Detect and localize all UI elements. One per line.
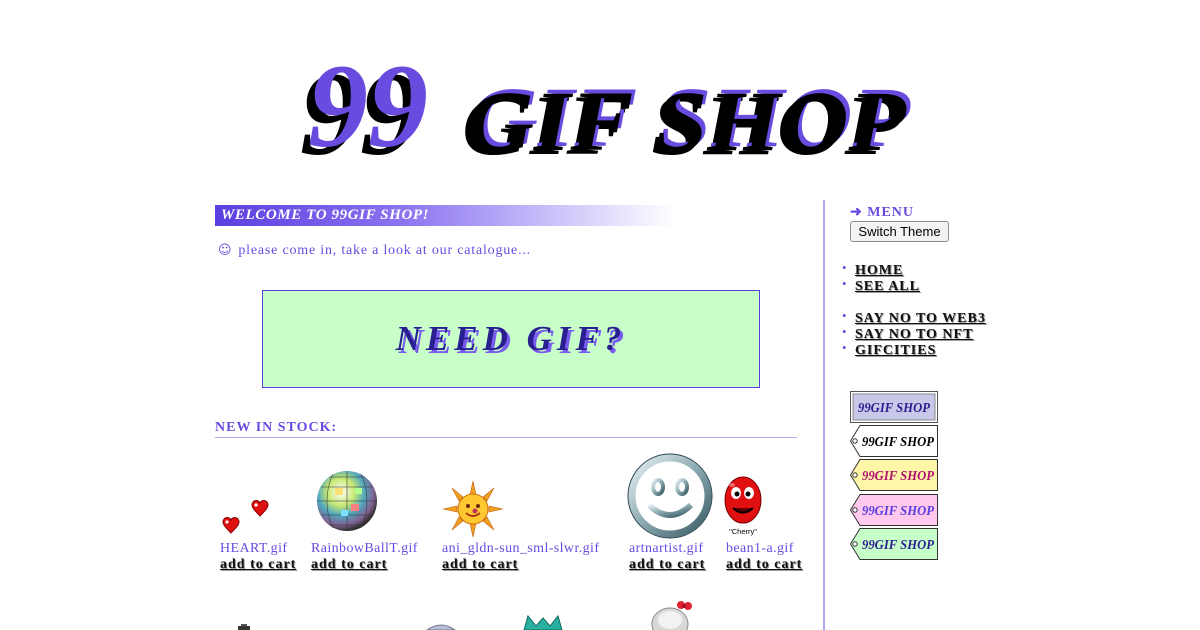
column-divider: [823, 200, 825, 630]
gifcities-link[interactable]: GIFCITIES: [855, 343, 936, 358]
nav-item-home: HOME: [842, 260, 920, 278]
add-to-cart-link[interactable]: add to cart: [726, 557, 802, 573]
say-no-nft-link[interactable]: SAY NO TO NFT: [855, 327, 973, 342]
cherry-caption: "Cherry": [729, 527, 757, 536]
greeting: ☺ please come in, take a look at our cata…: [218, 243, 531, 259]
smiley-icon: ☺: [218, 243, 233, 258]
menu-label: MENU: [867, 205, 915, 220]
sun-icon[interactable]: [442, 480, 504, 538]
gif-thumbnail-partial[interactable]: [232, 622, 256, 630]
swatch-label: 99GIF SHOP: [862, 469, 934, 484]
theme-swatch-green[interactable]: 99GIF SHOP: [850, 528, 938, 560]
gif-filename: bean1-a.gif: [726, 541, 794, 556]
add-to-cart-link[interactable]: add to cart: [220, 557, 296, 573]
add-to-cart-link[interactable]: add to cart: [629, 557, 705, 573]
need-gif-banner[interactable]: NEED GIF?: [262, 290, 760, 388]
gif-thumbnail-partial[interactable]: [648, 598, 694, 630]
nav-item-nft: SAY NO TO NFT: [842, 324, 986, 342]
nav-secondary: SAY NO TO WEB3 SAY NO TO NFT GIFCITIES: [842, 308, 986, 358]
cherry-bean-icon[interactable]: "Cherry": [722, 475, 766, 537]
nav-item-see-all: SEE ALL: [842, 276, 920, 294]
home-link[interactable]: HOME: [855, 263, 903, 278]
new-in-stock-heading: NEW IN STOCK:: [215, 420, 797, 438]
nav-item-gifcities: GIFCITIES: [842, 340, 986, 358]
swatch-label: 99GIF SHOP: [862, 504, 934, 519]
site-logo[interactable]: 99 99 GIF SHOP GIF SHOP GIF SHOP: [296, 30, 916, 170]
nav-primary: HOME SEE ALL: [842, 260, 920, 294]
logo-number: 99: [308, 39, 428, 170]
gif-filename: HEART.gif: [220, 541, 288, 556]
greeting-text: please come in, take a look at our catal…: [238, 243, 531, 258]
swatch-label: 99GIF SHOP: [862, 435, 934, 450]
see-all-link[interactable]: SEE ALL: [855, 279, 920, 294]
gif-thumbnail-partial[interactable]: [520, 614, 566, 630]
gif-thumbnail-partial[interactable]: [424, 620, 458, 630]
theme-swatch-pink[interactable]: 99GIF SHOP: [850, 494, 938, 526]
welcome-bar: WELCOME TO 99GIF SHOP!: [215, 205, 675, 226]
switch-theme-button[interactable]: Switch Theme: [850, 221, 949, 242]
logo-words: GIF SHOP: [466, 73, 908, 169]
menu-heading: ➜ MENU: [850, 204, 914, 221]
gif-filename: artnartist.gif: [629, 541, 704, 556]
disco-ball-icon[interactable]: [315, 470, 379, 534]
welcome-title: WELCOME TO 99GIF SHOP!: [221, 207, 430, 223]
say-no-web3-link[interactable]: SAY NO TO WEB3: [855, 311, 986, 326]
theme-swatch-yellow[interactable]: 99GIF SHOP: [850, 459, 938, 491]
theme-swatch-white[interactable]: 99GIF SHOP: [850, 425, 938, 457]
hearts-icon[interactable]: [220, 496, 272, 536]
swatch-label: 99GIF SHOP: [862, 538, 934, 553]
banner-text: NEED GIF?: [395, 319, 627, 358]
gif-filename: ani_gldn-sun_sml-slwr.gif: [442, 541, 600, 556]
gif-filename: RainbowBallT.gif: [311, 541, 418, 556]
add-to-cart-link[interactable]: add to cart: [311, 557, 387, 573]
smiley-face-icon[interactable]: [627, 453, 713, 539]
theme-swatch-default[interactable]: 99GIF SHOP: [850, 391, 938, 423]
swatch-label: 99GIF SHOP: [858, 401, 930, 416]
add-to-cart-link[interactable]: add to cart: [442, 557, 518, 573]
arrow-right-icon: ➜: [850, 205, 863, 220]
nav-item-web3: SAY NO TO WEB3: [842, 308, 986, 326]
